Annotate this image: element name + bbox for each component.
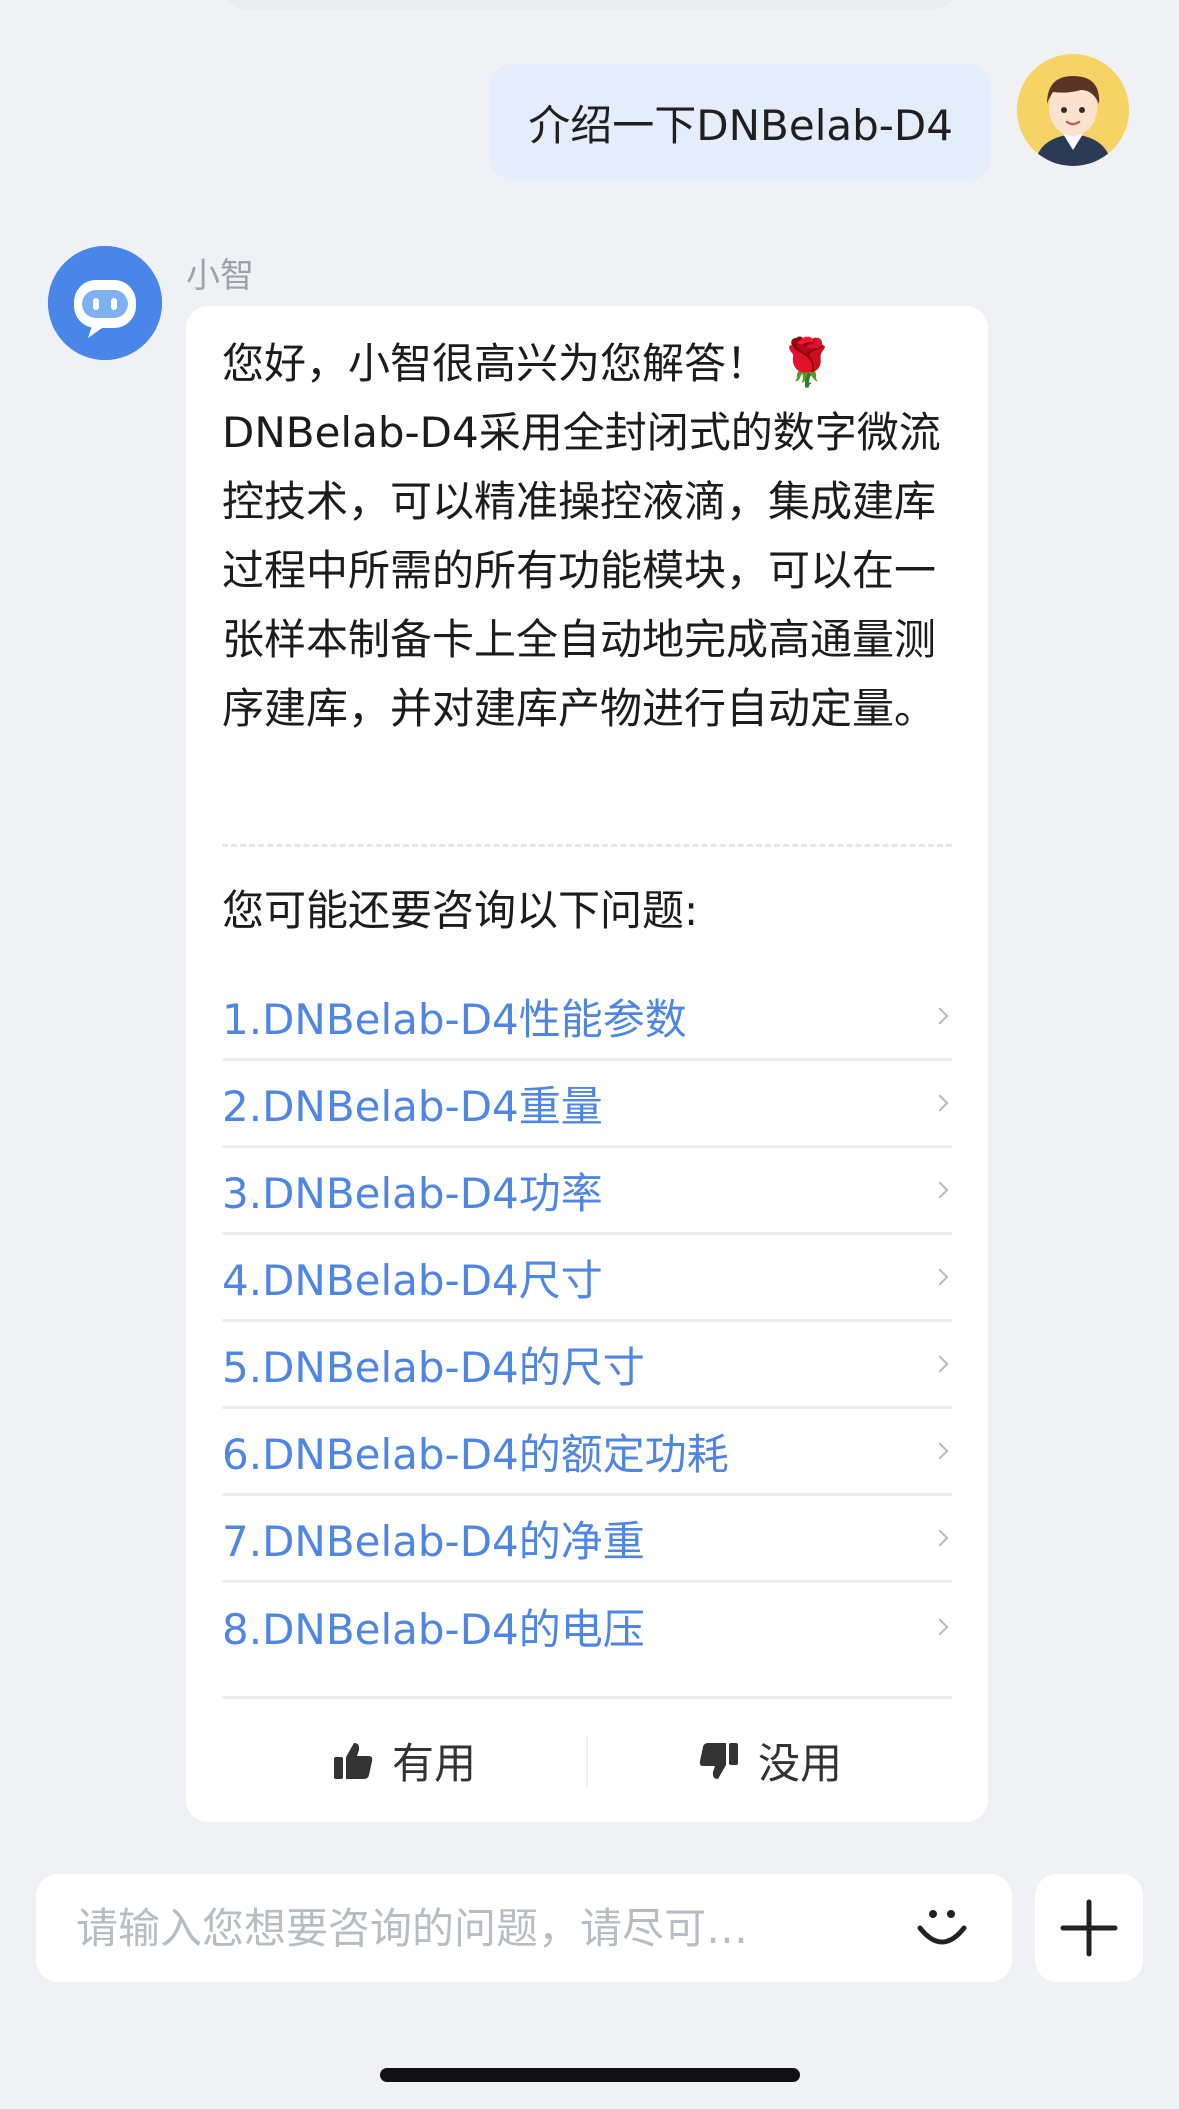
previous-card-edge [220,0,960,10]
user-message-bubble: 介绍一下DNBelab-D4 [490,64,991,180]
thumbs-up-icon [333,1742,373,1779]
answer-greeting: 您好，小智很高兴为您解答！ [222,339,769,388]
chevron-right-icon [931,1094,949,1112]
message-input-box [36,1874,1012,1982]
suggestion-text: 1.DNBelab-D4性能参数 [222,994,687,1044]
answer-body: DNBelab-D4采用全封闭式的数字微流控技术，可以精准操控液滴，集成建库过程… [222,408,941,733]
user-avatar[interactable] [1017,54,1129,166]
user-avatar-icon [1017,54,1129,166]
robot-icon [48,246,162,360]
suggestion-item[interactable]: 4.DNBelab-D4尺寸 [222,1235,952,1322]
chevron-right-icon [931,1007,949,1025]
chevron-right-icon [931,1181,949,1199]
useless-button[interactable]: 没用 [588,1730,952,1791]
smile-icon[interactable] [912,1898,972,1958]
useless-label: 没用 [757,1739,842,1788]
user-message-text: 介绍一下DNBelab-D4 [528,100,953,150]
suggestions-heading: 您可能还要咨询以下问题: [222,886,699,935]
suggestion-item[interactable]: 6.DNBelab-D4的额定功耗 [222,1409,952,1496]
suggestion-item[interactable]: 2.DNBelab-D4重量 [222,1061,952,1148]
plus-button[interactable] [1035,1874,1143,1982]
suggestion-text: 3.DNBelab-D4功率 [222,1168,603,1218]
suggestion-item[interactable]: 3.DNBelab-D4功率 [222,1148,952,1235]
chevron-right-icon [931,1268,949,1286]
home-indicator[interactable] [380,2068,800,2082]
suggestion-item[interactable]: 1.DNBelab-D4性能参数 [222,974,952,1061]
chevron-right-icon [931,1355,949,1373]
suggestion-item[interactable]: 7.DNBelab-D4的净重 [222,1496,952,1583]
suggestion-text: 4.DNBelab-D4尺寸 [222,1255,603,1305]
suggestion-list: 1.DNBelab-D4性能参数 2.DNBelab-D4重量 3.DNBela… [222,974,952,1670]
suggestion-item[interactable]: 8.DNBelab-D4的电压 [222,1583,952,1670]
suggestion-item[interactable]: 5.DNBelab-D4的尺寸 [222,1322,952,1409]
plus-icon [1060,1899,1118,1957]
rose-icon: 🌹 [778,335,836,389]
bot-name: 小智 [186,256,254,296]
suggestion-text: 8.DNBelab-D4的电压 [222,1605,645,1654]
suggestion-text: 5.DNBelab-D4的尺寸 [222,1342,645,1392]
bot-avatar [48,246,162,360]
bot-answer: 您好，小智很高兴为您解答！ 🌹 DNBelab-D4采用全封闭式的数字微流控技术，… [222,328,952,743]
dashed-divider [222,844,952,847]
chevron-right-icon [931,1618,949,1635]
message-input[interactable] [76,1903,892,1953]
suggestion-text: 7.DNBelab-D4的净重 [222,1516,645,1566]
thumbs-down-icon [699,1742,738,1779]
feedback-bar: 有用 没用 [222,1696,952,1822]
chevron-right-icon [931,1529,949,1547]
suggestion-text: 2.DNBelab-D4重量 [222,1081,603,1131]
useful-button[interactable]: 有用 [222,1730,586,1791]
suggestion-text: 6.DNBelab-D4的额定功耗 [222,1429,729,1479]
chevron-right-icon [931,1442,949,1460]
bot-answer-card: 您好，小智很高兴为您解答！ 🌹 DNBelab-D4采用全封闭式的数字微流控技术，… [186,306,988,1822]
useful-label: 有用 [391,1739,476,1788]
